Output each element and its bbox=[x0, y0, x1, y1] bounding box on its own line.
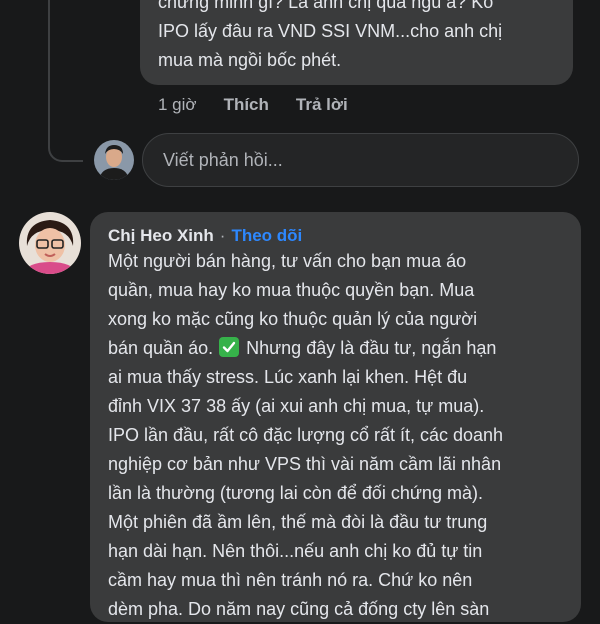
comment-line: dèm pha. Do năm nay cũng cả đống cty lên… bbox=[108, 599, 490, 619]
previous-comment-line: mua mà ngồi bốc phét. bbox=[158, 50, 342, 70]
reply-button[interactable]: Trả lời bbox=[296, 95, 348, 115]
comment-line: ai mua thấy stress. Lúc xanh lại khen. H… bbox=[108, 367, 468, 387]
previous-comment-line: chứng minh gì? Là anh chị quá ngu à? Ko bbox=[158, 0, 494, 12]
comment-line-part: bán quần áo. bbox=[108, 338, 219, 358]
check-mark-icon bbox=[219, 337, 240, 357]
comment-line: Một phiên đã ầm lên, thế mà đòi là đầu t… bbox=[108, 512, 488, 532]
comment-line-part: Nhưng đây là đầu tư, ngắn hạn bbox=[241, 338, 497, 358]
comment-line-with-emoji: bán quần áo. Nhưng đây là đầu tư, ngắn h… bbox=[108, 334, 578, 363]
comment-line: quần, mua hay ko mua thuộc quyền bạn. Mu… bbox=[108, 280, 475, 300]
comment-line: Một người bán hàng, tư vấn cho bạn mua á… bbox=[108, 251, 467, 271]
comment-line: IPO lần đầu, rất cô đặc lượng cổ rất ít,… bbox=[108, 425, 504, 445]
comment-timestamp: 1 giờ bbox=[158, 95, 197, 114]
previous-comment-text: chứng minh gì? Là anh chị quá ngu à? Ko … bbox=[158, 0, 568, 75]
reply-input[interactable] bbox=[142, 133, 579, 187]
comment-line: nghiệp cơ bản như VPS thì vài năm cầm lã… bbox=[108, 454, 502, 474]
comment-line: hạn dài hạn. Nên thôi...nếu anh chị ko đ… bbox=[108, 541, 483, 561]
comment-text: Một người bán hàng, tư vấn cho bạn mua á… bbox=[108, 247, 578, 624]
previous-comment-actions: 1 giờ Thích Trả lời bbox=[158, 93, 348, 117]
author-name[interactable]: Chị Heo Xinh bbox=[108, 226, 214, 246]
follow-button[interactable]: Theo dõi bbox=[231, 226, 302, 246]
comment-header: Chị Heo Xinh · Theo dõi bbox=[108, 224, 302, 248]
comment-line: cầm hay mua thì nên tránh nó ra. Chứ ko … bbox=[108, 570, 473, 590]
current-user-avatar bbox=[94, 140, 134, 180]
thread-connector-line bbox=[48, 0, 83, 162]
comment-line: đỉnh VIX 37 38 ấy (ai xui anh chị mua, t… bbox=[108, 396, 485, 416]
previous-comment-line: IPO lấy đâu ra VND SSI VNM...cho anh chị bbox=[158, 21, 503, 41]
like-button[interactable]: Thích bbox=[224, 95, 269, 115]
comment-line: xong ko mặc cũng ko thuộc quản lý của ng… bbox=[108, 309, 478, 329]
separator-dot: · bbox=[219, 226, 226, 245]
comment-line: lần là thường (tương lai còn để đối chứn… bbox=[108, 483, 483, 503]
author-avatar[interactable] bbox=[19, 212, 81, 274]
